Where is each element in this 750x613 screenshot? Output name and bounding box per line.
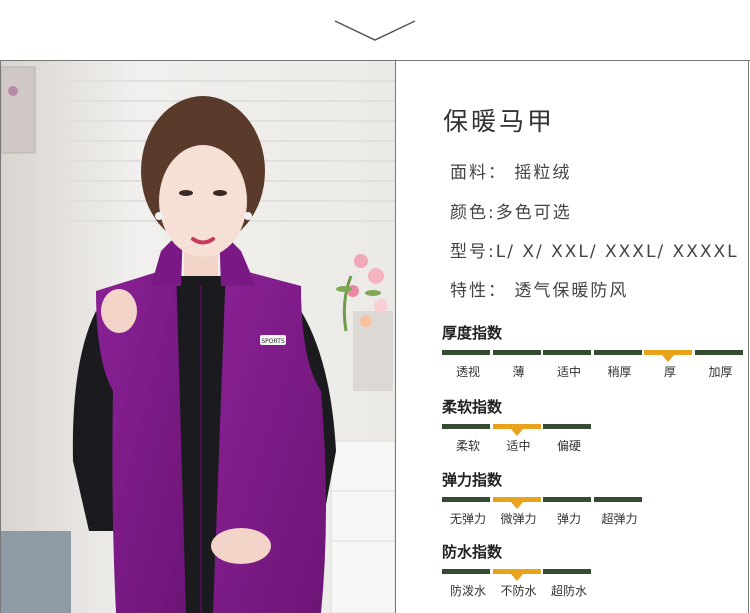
index-segment (593, 350, 642, 355)
index-option-label: 加厚 (708, 365, 733, 379)
index-option-label: 稍厚 (607, 365, 632, 379)
index-option-label: 薄 (512, 365, 525, 379)
index-option-label: 柔软 (455, 439, 480, 453)
index-segment (543, 497, 591, 502)
index-option-label: 微弹力 (500, 512, 537, 526)
spec-sizes: 型号:L/ X/ XXL/ XXXL/ XXXXL (450, 242, 739, 262)
index-option-label: 无弹力 (449, 512, 486, 526)
index-option-label: 弹力 (556, 512, 581, 526)
index-option-label: 偏硬 (556, 439, 581, 453)
spec-fabric: 面料： 摇粒绒 (450, 163, 572, 183)
index-segment (442, 350, 490, 355)
index-option-label: 适中 (506, 439, 531, 453)
spec-features: 特性： 透气保暖防风 (450, 281, 629, 301)
selected-marker-icon (662, 355, 674, 362)
index-segment (694, 350, 743, 355)
index-segment (442, 424, 490, 429)
index-segment (442, 569, 490, 574)
product-title: 保暖马甲 (443, 107, 556, 136)
index-title: 弹力指数 (442, 471, 503, 489)
spec-color: 颜色:多色可选 (450, 203, 572, 223)
index-segment (593, 497, 642, 502)
index-title: 厚度指数 (442, 324, 503, 342)
index-option-label: 适中 (556, 365, 581, 379)
index-segment (543, 350, 591, 355)
frame-right-border (748, 60, 749, 613)
selected-marker-icon (510, 502, 523, 509)
frame-divider (395, 60, 396, 613)
vest-badge-text: SPORTS (261, 338, 285, 345)
index-option-label: 不防水 (500, 584, 537, 598)
index-option-label: 超防水 (550, 584, 587, 598)
index-segment (543, 424, 591, 429)
index-segment (492, 350, 541, 355)
index-option-label: 超弹力 (601, 512, 638, 526)
index-segment (543, 569, 591, 574)
selected-marker-icon (510, 429, 523, 436)
index-option-label: 防泼水 (449, 584, 486, 598)
chevron-down-icon (334, 20, 416, 41)
index-title: 柔软指数 (442, 398, 503, 416)
index-title: 防水指数 (442, 543, 503, 561)
index-option-label: 透视 (455, 365, 480, 379)
index-segment (442, 497, 490, 502)
index-option-label: 厚 (663, 365, 676, 379)
product-photo: SPORTS (1, 61, 395, 613)
selected-marker-icon (510, 574, 523, 581)
